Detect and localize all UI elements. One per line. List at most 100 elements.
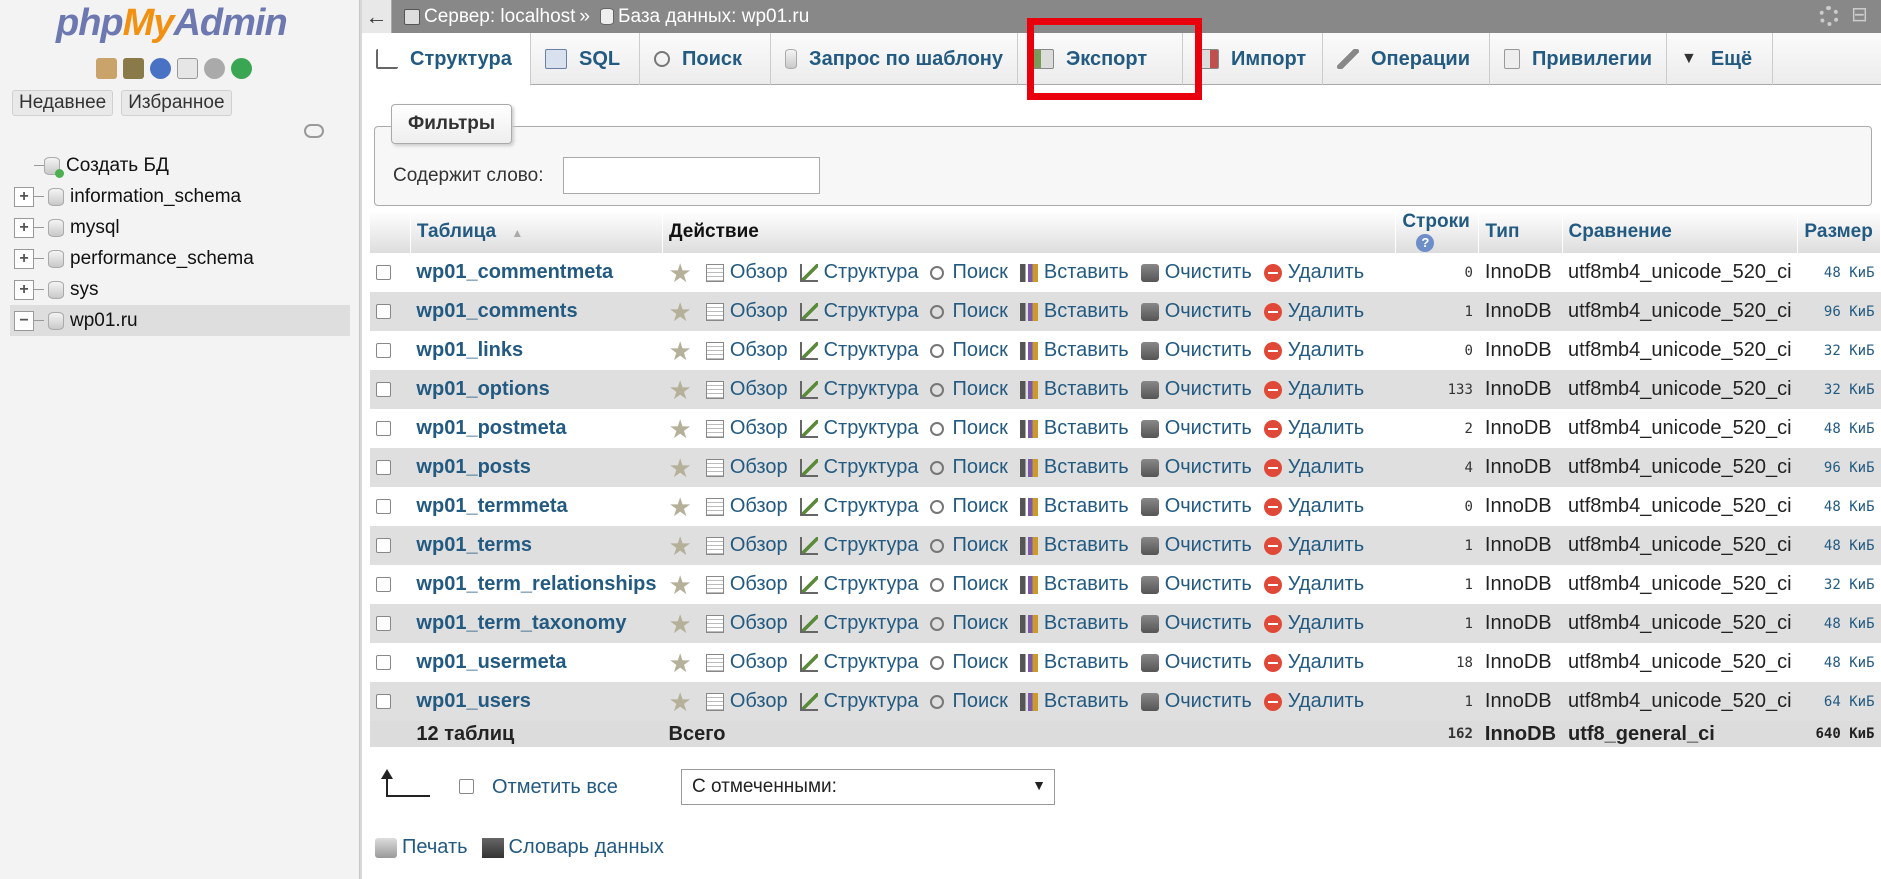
action-browse[interactable]: Обзор: [705, 339, 788, 362]
favorite-star-icon[interactable]: ★: [669, 689, 692, 715]
table-size[interactable]: 64 КиБ: [1797, 682, 1881, 721]
row-checkbox[interactable]: [376, 693, 391, 709]
action-insert[interactable]: Вставить: [1019, 612, 1129, 635]
header-table[interactable]: Таблица ▲: [410, 211, 664, 253]
action-search[interactable]: Поиск: [930, 534, 1008, 557]
tab-export[interactable]: Экспорт: [1018, 33, 1183, 85]
tree-item-performance-schema[interactable]: + performance_schema: [10, 243, 350, 274]
tree-item-new-db[interactable]: Создать БД: [10, 150, 350, 181]
collapse-icon[interactable]: −: [14, 310, 34, 331]
tree-item-sys[interactable]: + sys: [10, 274, 350, 305]
row-checkbox[interactable]: [376, 654, 391, 670]
check-all-checkbox[interactable]: [459, 779, 474, 794]
action-structure[interactable]: Структура: [799, 417, 918, 440]
action-insert[interactable]: Вставить: [1019, 651, 1129, 674]
favorite-star-icon[interactable]: ★: [669, 650, 692, 676]
docs-icon[interactable]: [177, 58, 198, 79]
row-checkbox[interactable]: [376, 498, 391, 514]
reload-icon[interactable]: [231, 58, 252, 79]
row-checkbox[interactable]: [376, 576, 391, 592]
table-name-link[interactable]: wp01_terms: [416, 534, 532, 556]
table-size[interactable]: 48 КиБ: [1797, 253, 1881, 292]
action-structure[interactable]: Структура: [799, 378, 918, 401]
expand-icon[interactable]: +: [14, 279, 34, 300]
table-name-link[interactable]: wp01_commentmeta: [416, 261, 613, 283]
breadcrumb-database[interactable]: База данных: wp01.ru: [618, 6, 809, 28]
action-search[interactable]: Поиск: [930, 417, 1008, 440]
action-empty[interactable]: Очистить: [1140, 573, 1252, 596]
action-search[interactable]: Поиск: [930, 300, 1008, 323]
action-drop[interactable]: Удалить: [1263, 300, 1364, 323]
action-browse[interactable]: Обзор: [705, 417, 788, 440]
tab-operations[interactable]: Операции: [1323, 33, 1490, 85]
action-browse[interactable]: Обзор: [705, 378, 788, 401]
action-search[interactable]: Поиск: [930, 261, 1008, 284]
action-empty[interactable]: Очистить: [1140, 495, 1252, 518]
row-checkbox[interactable]: [376, 537, 391, 553]
filter-input[interactable]: [563, 157, 820, 194]
favorite-star-icon[interactable]: ★: [669, 572, 692, 598]
action-structure[interactable]: Структура: [799, 573, 918, 596]
home-icon[interactable]: [96, 58, 117, 79]
header-size[interactable]: Размер: [1797, 211, 1881, 253]
action-empty[interactable]: Очистить: [1140, 339, 1252, 362]
action-empty[interactable]: Очистить: [1140, 612, 1252, 635]
action-drop[interactable]: Удалить: [1263, 261, 1364, 284]
action-drop[interactable]: Удалить: [1263, 651, 1364, 674]
action-empty[interactable]: Очистить: [1140, 534, 1252, 557]
action-empty[interactable]: Очистить: [1140, 651, 1252, 674]
header-collation[interactable]: Сравнение: [1562, 211, 1799, 253]
tab-structure[interactable]: Структура: [362, 33, 531, 86]
action-empty[interactable]: Очистить: [1140, 300, 1252, 323]
tab-sql[interactable]: SQL: [531, 33, 640, 85]
action-structure[interactable]: Структура: [799, 300, 918, 323]
recent-tab[interactable]: Недавнее: [12, 90, 114, 116]
action-search[interactable]: Поиск: [930, 651, 1008, 674]
action-browse[interactable]: Обзор: [705, 300, 788, 323]
action-browse[interactable]: Обзор: [705, 612, 788, 635]
action-structure[interactable]: Структура: [799, 456, 918, 479]
action-browse[interactable]: Обзор: [705, 534, 788, 557]
back-arrow-icon[interactable]: ←: [362, 0, 392, 33]
action-insert[interactable]: Вставить: [1019, 495, 1129, 518]
table-size[interactable]: 48 КиБ: [1797, 526, 1881, 565]
link-icon[interactable]: [304, 124, 324, 138]
print-link[interactable]: Печать: [402, 836, 468, 859]
tab-more[interactable]: ▼ Ещё: [1667, 33, 1773, 85]
action-structure[interactable]: Структура: [799, 261, 918, 284]
table-size[interactable]: 32 КиБ: [1797, 370, 1881, 409]
action-drop[interactable]: Удалить: [1263, 534, 1364, 557]
table-name-link[interactable]: wp01_term_relationships: [416, 573, 656, 595]
table-size[interactable]: 48 КиБ: [1797, 604, 1881, 643]
action-search[interactable]: Поиск: [930, 690, 1008, 713]
table-name-link[interactable]: wp01_usermeta: [416, 651, 566, 673]
favorite-star-icon[interactable]: ★: [669, 533, 692, 559]
table-name-link[interactable]: wp01_links: [416, 339, 523, 361]
action-insert[interactable]: Вставить: [1019, 378, 1129, 401]
table-name-link[interactable]: wp01_term_taxonomy: [416, 612, 626, 634]
action-insert[interactable]: Вставить: [1019, 573, 1129, 596]
table-name-link[interactable]: wp01_postmeta: [416, 417, 566, 439]
row-checkbox[interactable]: [376, 264, 391, 280]
action-browse[interactable]: Обзор: [705, 651, 788, 674]
breadcrumb-server[interactable]: Сервер: localhost: [424, 6, 575, 28]
favorite-star-icon[interactable]: ★: [669, 260, 692, 286]
data-dictionary-link[interactable]: Словарь данных: [509, 836, 664, 859]
expand-icon[interactable]: +: [14, 217, 34, 238]
with-selected-dropdown[interactable]: С отмеченными: ▼: [681, 769, 1055, 805]
favorite-star-icon[interactable]: ★: [669, 416, 692, 442]
action-insert[interactable]: Вставить: [1019, 261, 1129, 284]
exit-icon[interactable]: [123, 58, 144, 79]
action-drop[interactable]: Удалить: [1263, 495, 1364, 518]
favorites-tab[interactable]: Избранное: [121, 90, 232, 116]
favorite-star-icon[interactable]: ★: [669, 377, 692, 403]
action-insert[interactable]: Вставить: [1019, 300, 1129, 323]
table-size[interactable]: 96 КиБ: [1797, 448, 1881, 487]
expand-icon[interactable]: +: [14, 186, 34, 207]
action-empty[interactable]: Очистить: [1140, 417, 1252, 440]
tree-item-wp01[interactable]: − wp01.ru: [10, 305, 350, 336]
table-size[interactable]: 48 КиБ: [1797, 643, 1881, 682]
row-checkbox[interactable]: [376, 381, 391, 397]
action-structure[interactable]: Структура: [799, 534, 918, 557]
tree-item-information-schema[interactable]: + information_schema: [10, 181, 350, 212]
